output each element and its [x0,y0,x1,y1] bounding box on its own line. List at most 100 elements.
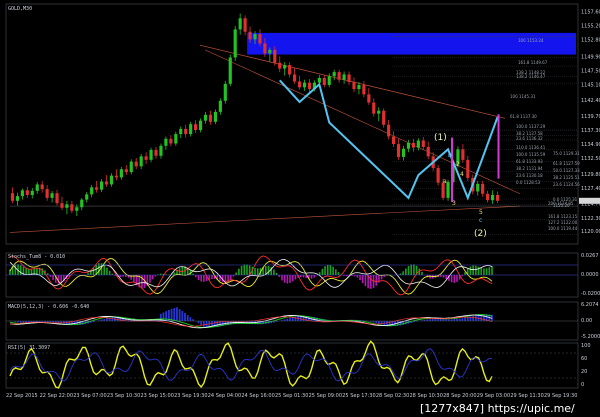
time-tick-label: 22 Sep 2015 [6,393,38,399]
candle-body [401,148,406,157]
candle-body [203,114,208,121]
time-tick-label: 28 Sep 10:30 [410,393,443,399]
candle-body [302,82,307,88]
candle-body [208,114,213,122]
candle-body [238,18,242,30]
fib-label: 100.0 1135.59 [516,152,546,157]
candle-body [362,84,366,95]
price-chart[interactable]: 100 1153.24161.8 1149.67138.2 1148.22138… [9,13,580,235]
candle-body [198,120,203,131]
price-tick-label: 1145.10 [581,82,600,88]
candle-body [194,124,198,131]
time-tick-label: 22 Sep 22:00 [40,393,73,399]
macd-line-white [9,314,493,329]
price-tick-label: 1120.00 [581,229,600,235]
resistance-zone [247,32,576,55]
candle-body [411,142,415,148]
wave-label-5: 5 [479,209,483,216]
candle-body [90,187,94,195]
price-tick-label: 1139.70 [581,114,600,120]
candle-body [332,72,336,77]
candle-body [223,83,227,101]
candle-body [50,193,54,198]
fib-label: 61.8 1137.30 [510,114,537,119]
candle-body [129,161,133,173]
watermark: [1277x847] https://upic.me/ [420,402,575,415]
fib-label: 23.6 1124.56 [553,182,580,187]
candle-body [189,124,193,135]
indicator-tick-label: 100 [581,343,591,349]
candle-body [421,140,425,147]
time-tick-label: 29 Sep 11:30 [510,393,543,399]
candle-body [233,29,237,58]
candle-body [352,82,356,90]
candle-body [337,72,341,80]
candle-body [85,194,89,200]
price-tick-label: 1155.20 [581,23,600,29]
candle-body [461,149,465,160]
candle-body [95,187,99,190]
time-tick-label: 25 Sep 09:00 [309,393,342,399]
fib-label: 38.2 1131.94 [516,166,543,171]
fib-label: 1125.20 [553,203,570,208]
fib-label: 50.0 1127.33 [553,168,580,173]
fib-label: 61.8 1133.93 [516,159,543,164]
candle-body [263,43,267,54]
wave-label-2s: 2 [456,161,460,168]
fib-label: 23.6 1136.32 [516,136,543,141]
time-tick-label: 23 Sep 15:00 [141,393,174,399]
indicator-tick-label: -5.2000 [581,334,600,340]
price-tick-label: 1152.80 [581,37,600,43]
fib-label: 110.0 1136.41 [516,145,546,150]
indicator-tick-label: -0.0200 [581,291,600,297]
candle-body [109,175,114,185]
candle-body [416,140,420,148]
price-tick-label: 1124.70 [581,202,600,208]
candle-body [387,124,391,137]
candle-body [426,146,430,157]
price-tick-label: 1129.80 [581,172,600,178]
time-tick-label: 24 Sep 16:00 [241,393,274,399]
candle-body [297,81,302,88]
candle-body [119,169,123,178]
macd-label: MACD(5,12,3) - 0.606 -0.640 [8,304,89,310]
fib-label: 100 1153.24 [518,38,544,43]
candle-body [184,128,188,135]
candle-body [382,110,386,125]
time-tick-label: 28 Sep 02:30 [376,393,409,399]
candle-body [40,184,44,190]
trendline-channel [204,49,521,195]
candle-body [377,110,381,114]
time-tick-label: 25 Sep 17:30 [342,393,375,399]
candle-body [179,128,183,135]
stochs-label: Stochs_Tum8 - 0.010 [8,254,65,260]
fib-label: 138.2 1146.47 [516,74,546,79]
candle-body [139,156,143,167]
candle-body [20,190,24,197]
candle-body [228,57,232,84]
wave-label-3: 3 [452,200,456,207]
candle-body [99,181,104,190]
candle-body [288,65,292,75]
time-tick-label: 29 Sep 19:30 [544,393,577,399]
price-tick-label: 1157.60 [581,9,600,15]
symbol-label: GOLD,M30 [8,6,32,12]
indicator-tick-label: 60 [581,356,587,362]
fib-label: 0.0 1125.31 [553,197,578,202]
candle-body [476,183,480,192]
candle-body [174,134,178,144]
time-tick-label: 28 Sep 20:00 [443,393,476,399]
fib-label: 61.8 1127.59 [553,161,580,166]
candle-body [446,182,450,198]
candle-body [164,138,168,146]
candle-body [159,145,163,156]
candle-body [104,181,109,185]
candle-body [436,168,440,183]
rsi-line [9,340,493,389]
candle-body [65,204,69,208]
indicator-tick-label: 20 [581,369,587,375]
price-tick-label: 1137.30 [581,128,600,134]
candle-body [134,161,138,167]
candle-body [406,142,411,149]
candle-body [372,102,376,114]
